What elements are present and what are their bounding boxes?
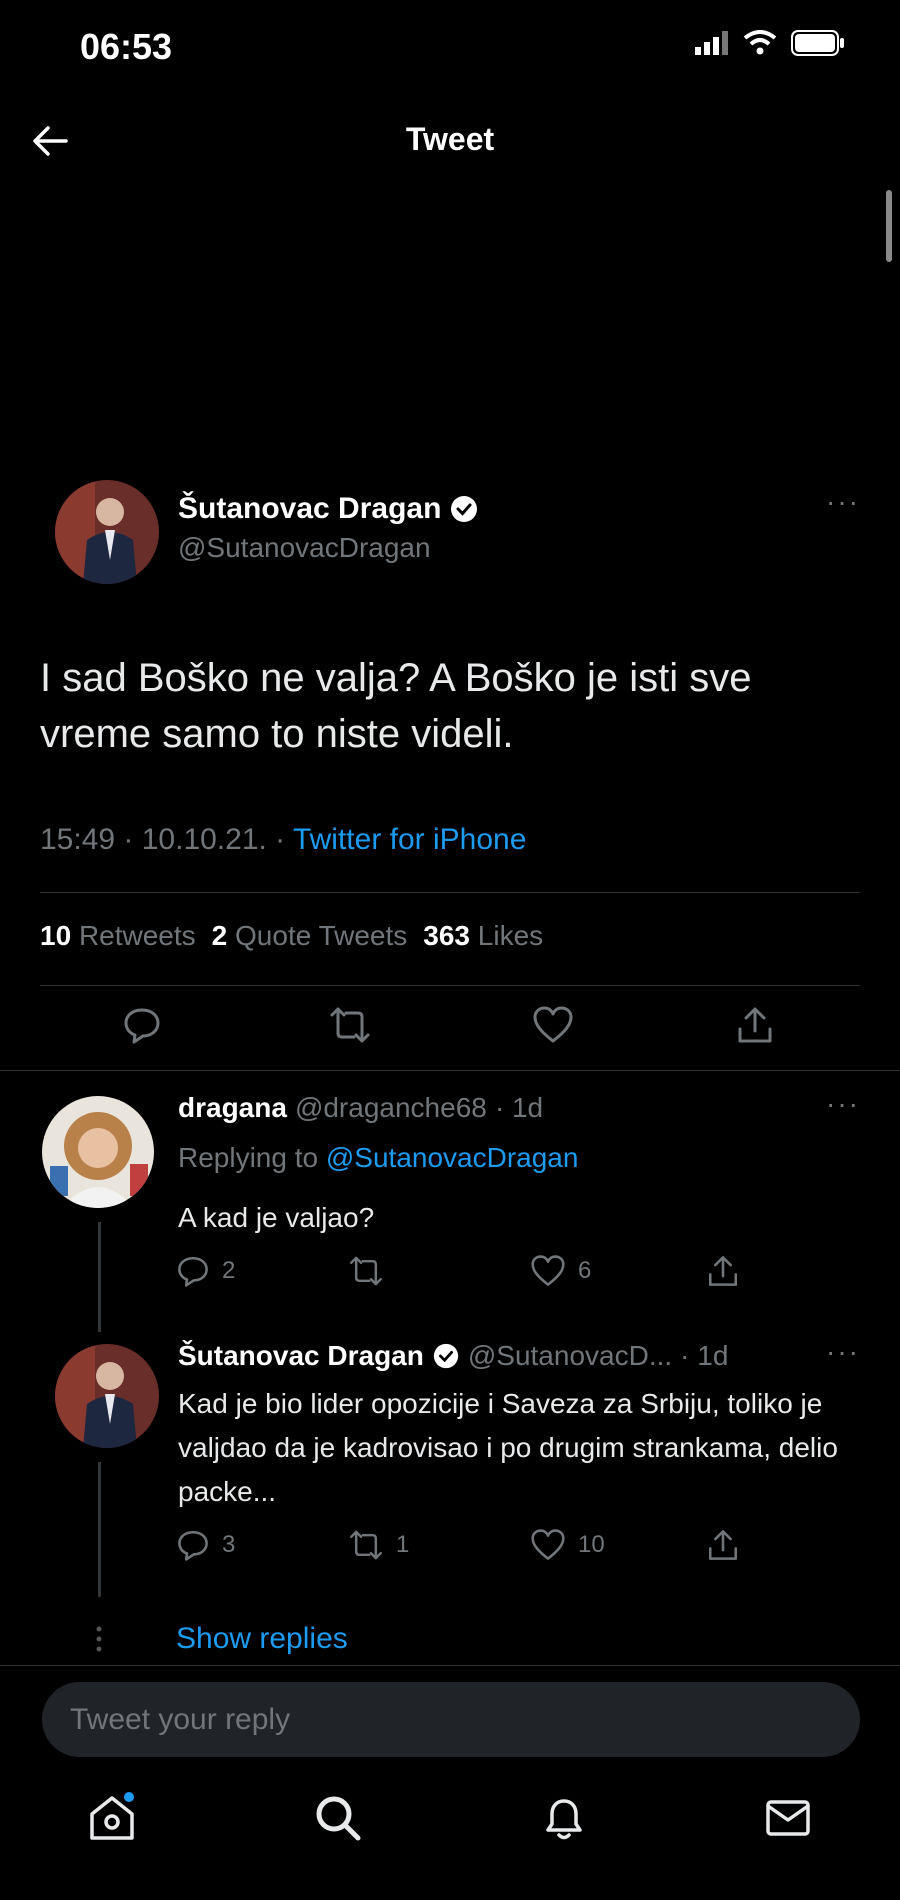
more-horizontal-icon[interactable]: ···	[826, 486, 860, 518]
divider	[0, 1665, 900, 1666]
reply-count: 2	[222, 1257, 236, 1284]
tweet-stats: 10 Retweets 2 Quote Tweets 363 Likes	[40, 920, 543, 952]
avatar[interactable]	[55, 480, 159, 584]
retweet-count: 1	[396, 1531, 410, 1558]
share-icon[interactable]	[735, 1005, 775, 1045]
heart-icon[interactable]	[532, 1005, 574, 1045]
retweet-action[interactable]: 1	[348, 1528, 409, 1562]
reply-age: · 1d	[494, 1092, 544, 1123]
reply-author-handle[interactable]: @draganche68	[295, 1092, 487, 1124]
divider	[0, 1070, 900, 1071]
status-time: 06:53	[80, 26, 173, 67]
author-handle[interactable]: @SutanovacDragan	[178, 532, 431, 564]
like-count: 10	[578, 1531, 605, 1558]
wifi-icon	[743, 30, 777, 55]
retweet-icon[interactable]	[328, 1005, 372, 1045]
mail-icon[interactable]	[760, 1790, 816, 1846]
more-horizontal-icon[interactable]: ···	[826, 1336, 860, 1368]
search-icon[interactable]	[310, 1790, 366, 1846]
share-icon[interactable]	[706, 1254, 740, 1288]
retweet-icon	[350, 1530, 382, 1560]
signal-icon	[695, 31, 728, 55]
reply-icon[interactable]	[122, 1005, 162, 1045]
divider	[40, 985, 860, 986]
top-nav: Tweet	[0, 105, 900, 180]
show-replies-link[interactable]: Show replies	[176, 1622, 348, 1656]
verified-badge-icon	[433, 1343, 458, 1369]
bell-icon[interactable]	[536, 1790, 592, 1846]
divider	[40, 892, 860, 893]
thread-line	[98, 1462, 101, 1597]
heart-icon	[531, 1529, 565, 1560]
quotes-stat[interactable]: 2 Quote Tweets	[212, 920, 408, 952]
status-bar: 06:53	[0, 0, 900, 100]
author-name[interactable]: Šutanovac Dragan	[178, 492, 441, 526]
page-title: Tweet	[405, 121, 495, 157]
like-count: 6	[578, 1257, 592, 1284]
scrollbar[interactable]	[886, 190, 892, 262]
tweet-source[interactable]: Twitter for iPhone	[293, 823, 526, 856]
share-icon[interactable]	[706, 1528, 740, 1562]
tweet-text: I sad Boško ne valja? A Boško je isti sv…	[40, 656, 752, 756]
reply-compose	[42, 1682, 860, 1757]
reply-icon	[178, 1256, 208, 1287]
reply-age: · 1d	[680, 1340, 729, 1371]
author-name-line: Šutanovac Dragan	[178, 492, 479, 526]
replying-to-handle[interactable]: @SutanovacDragan	[326, 1142, 579, 1173]
reply-count: 3	[222, 1531, 236, 1558]
tweet-timestamp[interactable]: 15:49 · 10.10.21. ·	[40, 823, 293, 856]
notification-dot	[124, 1792, 134, 1802]
retweets-stat[interactable]: 10 Retweets	[40, 920, 196, 952]
retweet-icon	[350, 1256, 382, 1286]
thread-line	[98, 1222, 101, 1332]
reply-header: dragana @draganche68 · 1d	[178, 1092, 543, 1124]
reply-input[interactable]	[42, 1682, 860, 1757]
reply-action[interactable]: 3	[176, 1528, 235, 1562]
battery-icon	[791, 30, 844, 56]
reply-author-handle[interactable]: @SutanovacD...	[468, 1340, 672, 1372]
retweet-action[interactable]	[348, 1254, 396, 1288]
avatar[interactable]	[42, 1096, 154, 1208]
reply-action[interactable]: 2	[176, 1254, 235, 1288]
reply-author-name[interactable]: Šutanovac Dragan	[178, 1340, 424, 1372]
heart-icon	[531, 1255, 565, 1286]
status-icons	[695, 30, 845, 56]
thread-dots-icon	[96, 1626, 102, 1652]
reply-author-name[interactable]: dragana	[178, 1092, 287, 1124]
tweet-meta: 15:49 · 10.10.21. · Twitter for iPhone	[40, 823, 526, 857]
replying-to: Replying to @SutanovacDragan	[178, 1142, 579, 1173]
reply-text: A kad je valjao?	[178, 1202, 375, 1233]
verified-badge-icon	[451, 496, 478, 522]
reply-text: Kad je bio lider opozicije i Saveza za S…	[178, 1388, 838, 1507]
like-action[interactable]: 6	[530, 1254, 591, 1288]
more-horizontal-icon[interactable]: ···	[826, 1088, 860, 1120]
avatar[interactable]	[55, 1344, 159, 1448]
reply-header: Šutanovac Dragan @SutanovacD... · 1d	[178, 1340, 728, 1372]
like-action[interactable]: 10	[530, 1528, 605, 1562]
reply-icon	[178, 1530, 208, 1561]
bottom-tab-bar	[0, 1790, 900, 1870]
likes-stat[interactable]: 363 Likes	[423, 920, 543, 952]
